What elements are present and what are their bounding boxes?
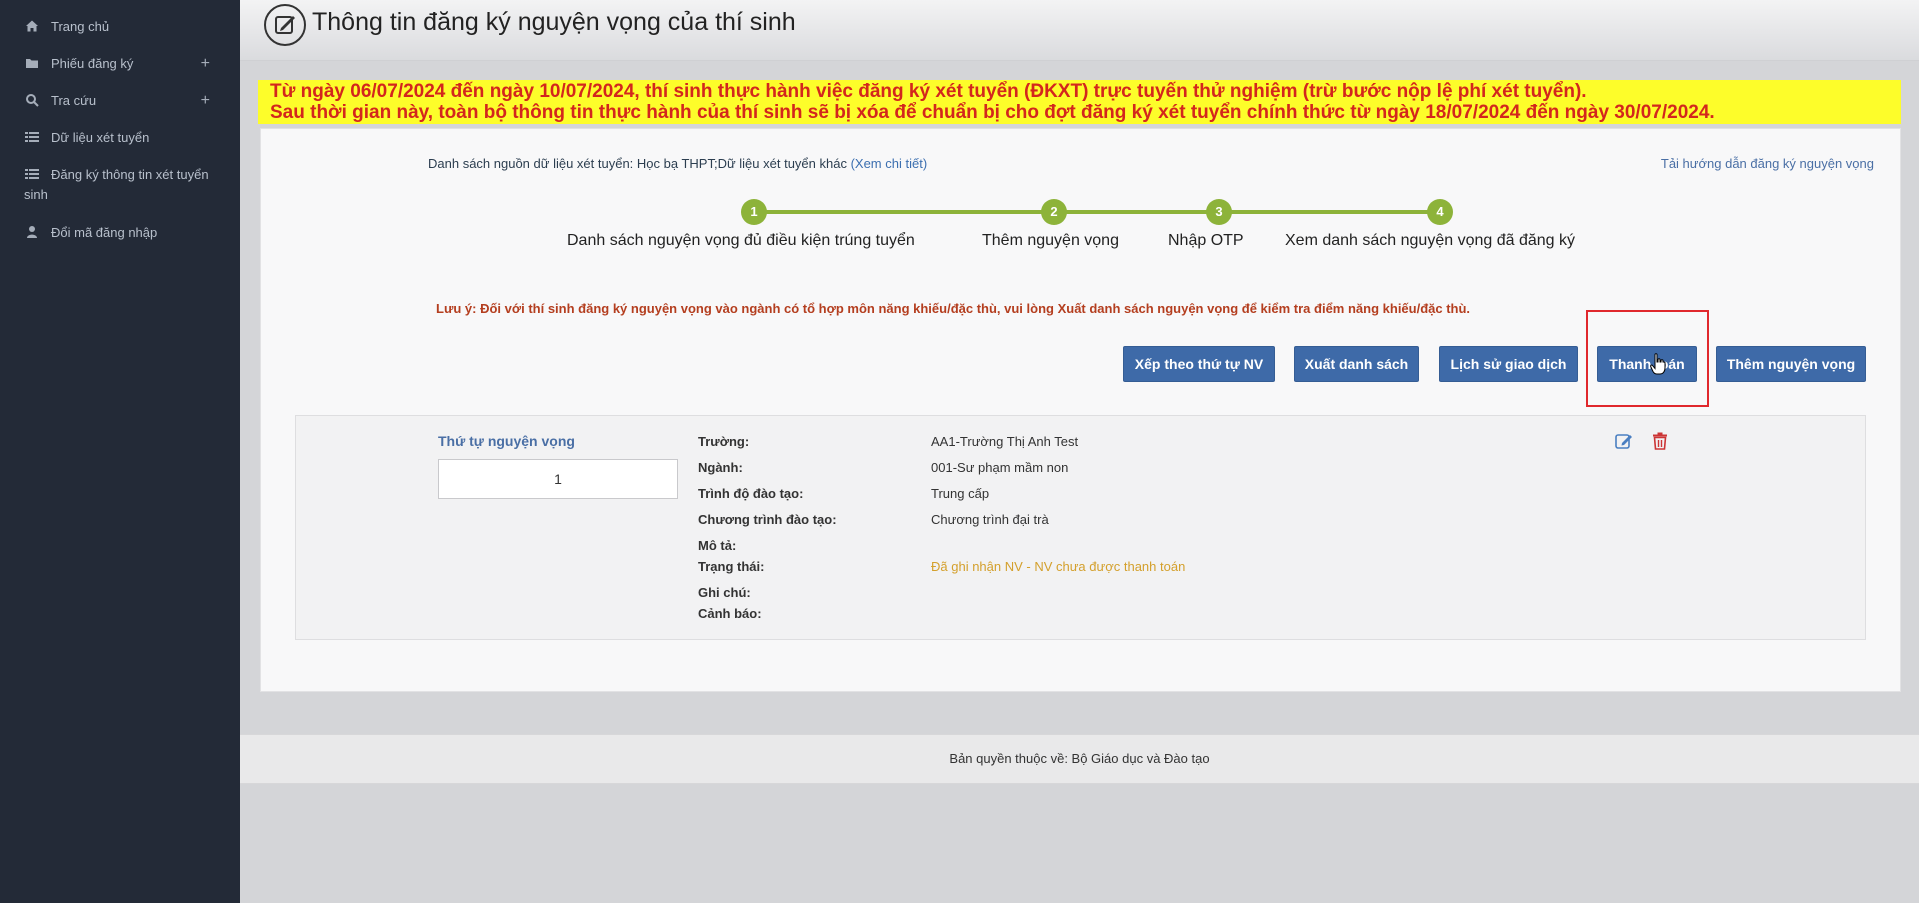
preference-card: Thứ tự nguyện vọng 1 Trường: AA1-Trường …	[295, 415, 1866, 640]
note-text: Lưu ý: Đối với thí sinh đăng ký nguyện v…	[436, 301, 1471, 316]
list-icon	[25, 169, 39, 179]
edit-square-icon	[264, 4, 306, 46]
sidebar-item-change-login[interactable]: Đổi mã đăng nhập	[0, 223, 240, 243]
banner-line-2: Sau thời gian này, toàn bộ thông tin thự…	[270, 102, 1715, 123]
field-label-status: Trạng thái:	[698, 559, 765, 574]
step-1-label: Danh sách nguyện vọng đủ điều kiện trúng…	[567, 232, 915, 249]
page-title: Thông tin đăng ký nguyện vọng của thí si…	[312, 8, 796, 36]
step-4-dot: 4	[1427, 199, 1453, 225]
field-label-major: Ngành:	[698, 460, 743, 475]
view-detail-link[interactable]: (Xem chi tiết)	[851, 156, 928, 171]
sidebar-item-home[interactable]: Trang chủ	[0, 17, 240, 37]
export-list-button[interactable]: Xuất danh sách	[1294, 346, 1419, 382]
field-label-level: Trình độ đào tạo:	[698, 486, 804, 501]
sidebar-item-label: Trang chủ	[51, 19, 110, 34]
page-header: Thông tin đăng ký nguyện vọng của thí si…	[240, 0, 1919, 61]
sidebar-item-registration-form[interactable]: Phiếu đăng ký +	[0, 54, 240, 74]
field-label-warning: Cảnh báo:	[698, 606, 762, 621]
step-2-dot: 2	[1041, 199, 1067, 225]
field-label-notes: Ghi chú:	[698, 585, 751, 600]
sidebar-item-lookup[interactable]: Tra cứu +	[0, 91, 240, 111]
folder-icon	[26, 59, 38, 68]
field-value-program: Chương trình đại trà	[931, 512, 1049, 527]
copyright-text: Bản quyền thuộc về: Bộ Giáo dục và Đào t…	[949, 751, 1210, 766]
footer: Bản quyền thuộc về: Bộ Giáo dục và Đào t…	[240, 734, 1919, 784]
add-preference-button[interactable]: Thêm nguyện vọng	[1716, 346, 1866, 382]
step-2-label: Thêm nguyện vọng	[982, 232, 1119, 249]
download-guide-link[interactable]: Tải hướng dẫn đăng ký nguyện vọng	[1661, 156, 1874, 171]
edit-icon[interactable]	[1614, 431, 1634, 451]
order-input[interactable]: 1	[438, 459, 678, 499]
field-value-status: Đã ghi nhận NV - NV chưa được thanh toán	[931, 559, 1186, 574]
field-label-school: Trường:	[698, 434, 750, 449]
warning-banner: Từ ngày 06/07/2024 đến ngày 10/07/2024, …	[258, 80, 1901, 124]
sort-order-button[interactable]: Xếp theo thứ tự NV	[1123, 346, 1275, 382]
transaction-history-button[interactable]: Lịch sử giao dịch	[1439, 346, 1578, 382]
user-icon	[27, 226, 37, 238]
sidebar-item-label: Đổi mã đăng nhập	[51, 225, 158, 240]
step-3-label: Nhập OTP	[1168, 232, 1244, 249]
list-icon	[25, 132, 39, 142]
field-value-school: AA1-Trường Thị Anh Test	[931, 434, 1079, 449]
search-icon	[26, 94, 39, 107]
data-source-text: Danh sách nguồn dữ liệu xét tuyển: Học b…	[428, 156, 851, 171]
delete-icon[interactable]	[1650, 431, 1670, 451]
sidebar-item-admission-data[interactable]: Dữ liệu xét tuyển	[0, 128, 240, 148]
sidebar-item-label-cont: sinh	[24, 187, 48, 202]
field-value-level: Trung cấp	[931, 486, 990, 501]
sidebar: Trang chủ Phiếu đăng ký + Tra cứu + Dữ l…	[0, 0, 240, 903]
steps-progress-line	[754, 210, 1440, 214]
home-icon	[26, 20, 38, 32]
sidebar-item-register-info[interactable]: Đăng ký thông tin xét tuyển sinh	[0, 165, 240, 205]
sidebar-item-label: Tra cứu	[51, 93, 97, 108]
field-value-major: 001-Sư phạm mầm non	[931, 460, 1069, 475]
banner-line-1: Từ ngày 06/07/2024 đến ngày 10/07/2024, …	[270, 81, 1587, 102]
step-3-dot: 3	[1206, 199, 1232, 225]
sidebar-item-label: Đăng ký thông tin xét tuyển	[51, 167, 209, 182]
expand-icon[interactable]: +	[201, 91, 210, 111]
hand-cursor-icon	[1650, 353, 1666, 375]
main-panel: Danh sách nguồn dữ liệu xét tuyển: Học b…	[260, 128, 1901, 692]
expand-icon[interactable]: +	[201, 54, 210, 74]
field-label-description: Mô tả:	[698, 538, 737, 553]
sidebar-item-label: Dữ liệu xét tuyển	[51, 130, 150, 145]
sidebar-item-label: Phiếu đăng ký	[51, 56, 134, 71]
step-1-dot: 1	[741, 199, 767, 225]
step-4-label: Xem danh sách nguyện vọng đã đăng ký	[1285, 232, 1575, 249]
order-label: Thứ tự nguyện vọng	[438, 433, 575, 449]
highlight-box	[1586, 310, 1709, 407]
field-label-program: Chương trình đào tạo:	[698, 512, 837, 527]
data-source-info: Danh sách nguồn dữ liệu xét tuyển: Học b…	[428, 156, 927, 171]
